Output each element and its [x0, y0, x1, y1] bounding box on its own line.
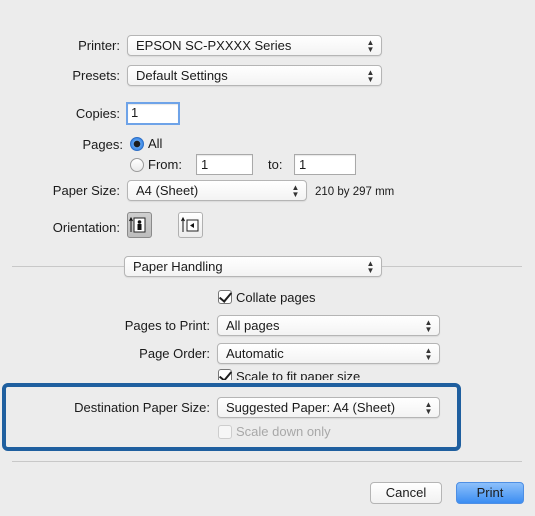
section-popup[interactable]: Paper Handling ▲ ▼	[124, 256, 382, 277]
paper-size-label: Paper Size:	[52, 183, 120, 198]
printer-popup[interactable]: EPSON SC-PXXXX Series ▲ ▼	[127, 35, 382, 56]
orientation-label: Orientation:	[52, 220, 120, 235]
destination-popup[interactable]: Suggested Paper: A4 (Sheet) ▲ ▼	[217, 397, 440, 418]
printer-label: Printer:	[78, 38, 120, 53]
popup-arrows-icon: ▲ ▼	[366, 38, 375, 54]
cancel-button[interactable]: Cancel	[370, 482, 442, 504]
destination-label: Destination Paper Size:	[74, 400, 210, 415]
pages-to-print-popup[interactable]: All pages ▲ ▼	[217, 315, 440, 336]
scale-down-label: Scale down only	[236, 424, 331, 439]
paper-size-popup[interactable]: A4 (Sheet) ▲ ▼	[127, 180, 307, 201]
pages-to-print-label: Pages to Print:	[124, 318, 210, 333]
popup-arrows-icon: ▲ ▼	[424, 400, 433, 416]
page-order-popup[interactable]: Automatic ▲ ▼	[217, 343, 440, 364]
pages-from-field[interactable]: 1	[196, 154, 253, 175]
copies-field[interactable]: 1	[126, 102, 180, 125]
pages-label: Pages:	[82, 137, 123, 152]
popup-arrows-icon: ▲ ▼	[291, 183, 300, 199]
popup-arrows-icon: ▲ ▼	[366, 68, 375, 84]
collate-label: Collate pages	[236, 290, 316, 305]
scale-to-fit-row: Scale to fit paper size	[215, 367, 415, 380]
pages-to-print-value: All pages	[226, 318, 280, 333]
print-button[interactable]: Print	[456, 482, 524, 504]
scale-to-fit-label: Scale to fit paper size	[236, 369, 361, 380]
portrait-icon	[129, 216, 146, 233]
destination-value: Suggested Paper: A4 (Sheet)	[226, 400, 396, 415]
printer-value: EPSON SC-PXXXX Series	[136, 38, 292, 53]
pages-from-label: From:	[148, 157, 182, 172]
bottom-divider	[12, 461, 522, 462]
section-divider-right	[382, 266, 522, 267]
scale-down-checkbox[interactable]	[218, 425, 232, 439]
presets-popup[interactable]: Default Settings ▲ ▼	[127, 65, 382, 86]
popup-arrows-icon: ▲ ▼	[424, 318, 433, 334]
collate-checkbox[interactable]	[218, 290, 232, 304]
popup-arrows-icon: ▲ ▼	[366, 259, 375, 275]
pages-to-field[interactable]: 1	[294, 154, 356, 175]
landscape-icon	[181, 216, 199, 232]
portrait-button[interactable]	[127, 212, 152, 238]
copies-label: Copies:	[75, 106, 120, 121]
pages-all-radio[interactable]	[130, 137, 144, 151]
paper-dimensions: 210 by 297 mm	[315, 186, 395, 198]
landscape-button[interactable]	[178, 212, 203, 238]
section-value: Paper Handling	[133, 259, 223, 274]
pages-from-radio[interactable]	[130, 158, 144, 172]
page-order-value: Automatic	[226, 346, 284, 361]
pages-to-label: to:	[268, 157, 283, 172]
paper-size-value: A4 (Sheet)	[136, 183, 199, 198]
pages-all-label: All	[148, 136, 163, 151]
popup-arrows-icon: ▲ ▼	[424, 346, 433, 362]
scale-to-fit-checkbox[interactable]	[218, 369, 232, 380]
presets-value: Default Settings	[136, 68, 228, 83]
section-divider-left	[12, 266, 124, 267]
page-order-label: Page Order:	[139, 346, 210, 361]
presets-label: Presets:	[72, 68, 120, 83]
